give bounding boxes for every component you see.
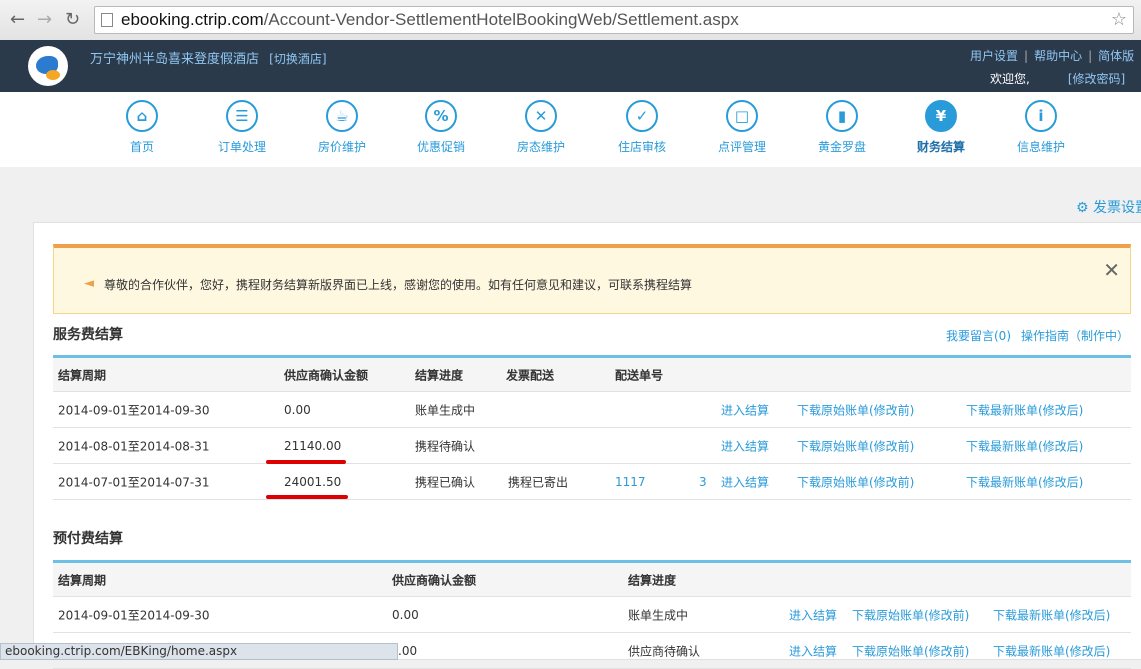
page-icon [101,13,113,27]
invoice-settings-link[interactable]: ⚙ 发票设置 [1076,197,1141,217]
reload-icon[interactable]: ↻ [65,9,80,30]
enter-settlement-link[interactable]: 进入结算 [789,642,837,659]
home-icon: ⌂ [126,100,158,132]
main-nav: ⌂ 首页 ☰ 订单处理 ☕ 房价维护 % 优惠促销 ✕ 房态维护 ✓ 住店审核 □ 点评管理 … [0,92,1141,167]
service-fee-title: 服务费结算 [53,327,123,343]
nav-room-status[interactable]: ✕ 房态维护 [496,100,586,155]
nav-promotions[interactable]: % 优惠促销 [396,100,486,155]
gear-icon: ⚙ [1076,200,1089,216]
info-icon: i [1025,100,1057,132]
download-latest-link[interactable]: 下载最新账单(修改后) [966,473,1083,490]
megaphone-icon: ◄ [84,276,94,291]
leave-message-link[interactable]: 我要留言(0) [946,329,1011,343]
list-icon: ☰ [226,100,258,132]
help-center-link[interactable]: 帮助中心 [1034,49,1082,63]
enter-settlement-link[interactable]: 进入结算 [789,606,837,623]
tag-icon: % [425,100,457,132]
download-latest-link[interactable]: 下载最新账单(修改后) [993,606,1110,623]
tracking-number-tail[interactable]: 3 [699,475,707,489]
nav-finance[interactable]: ¥ 财务结算 [896,100,986,155]
download-original-link[interactable]: 下载原始账单(修改前) [797,401,914,418]
url-domain: ebooking.ctrip.com [121,10,264,29]
download-original-link[interactable]: 下载原始账单(修改前) [852,642,969,659]
enter-settlement-link[interactable]: 进入结算 [721,401,769,418]
service-fee-table: 结算周期 供应商确认金额 结算进度 发票配送 配送单号 2014-09-01至2… [53,355,1131,500]
back-arrow-icon[interactable]: ← [10,9,25,30]
table-row: 2014-08-01至2014-08-31 21140.00 携程待确认 进入结… [53,428,1131,464]
nav-room-rates[interactable]: ☕ 房价维护 [297,100,387,155]
simplified-chinese-link[interactable]: 简体版 [1098,49,1134,63]
url-path: /Account-Vendor-SettlementHotelBookingWe… [263,10,739,29]
enter-settlement-link[interactable]: 进入结算 [721,437,769,454]
address-bar[interactable]: ebooking.ctrip.com/Account-Vendor-Settle… [94,6,1134,34]
tracking-number-link[interactable]: 1117 [615,475,646,489]
cup-icon: ☕ [326,100,358,132]
nav-orders[interactable]: ☰ 订单处理 [197,100,287,155]
hotel-name: 万宁神州半岛喜来登度假酒店 [90,52,260,67]
table-row: 2014-07-01至2014-07-31 24001.50 携程已确认 携程已… [53,464,1131,500]
prepay-fee-title: 预付费结算 [53,531,123,547]
browser-toolbar: ← → ↻ ebooking.ctrip.com/Account-Vendor-… [0,0,1141,41]
table-row: 2014-09-01至2014-09-30 0.00 账单生成中 进入结算 下载… [53,392,1131,428]
download-latest-link[interactable]: 下载最新账单(修改后) [993,642,1110,659]
bookmark-star-icon[interactable]: ☆ [1111,9,1127,30]
bar-chart-icon: ▮ [826,100,858,132]
chat-icon: □ [726,100,758,132]
table-header: 结算周期 供应商确认金额 结算进度 发票配送 配送单号 [53,358,1131,392]
site-header: 万宁神州半岛喜来登度假酒店 [切换酒店] 用户设置 | 帮助中心 | 简体版 欢迎您,[… [0,40,1141,92]
nav-home[interactable]: ⌂ 首页 [97,100,187,155]
nav-stay-audit[interactable]: ✓ 住店审核 [597,100,687,155]
download-original-link[interactable]: 下载原始账单(修改前) [852,606,969,623]
red-underline-mark [266,495,348,499]
switch-hotel-link[interactable]: [切换酒店] [269,52,326,66]
forward-arrow-icon[interactable]: → [37,9,52,30]
clipboard-icon: ✓ [626,100,658,132]
nav-info[interactable]: i 信息维护 [996,100,1086,155]
guide-link[interactable]: 操作指南（制作中） [1021,329,1129,343]
download-original-link[interactable]: 下载原始账单(修改前) [797,437,914,454]
nav-reviews[interactable]: □ 点评管理 [697,100,787,155]
close-icon[interactable]: ✕ [1103,258,1120,282]
notice-banner: ◄ 尊敬的合作伙伴，您好，携程财务结算新版界面已上线，感谢您的使用。如有任何意见… [53,244,1131,314]
download-latest-link[interactable]: 下载最新账单(修改后) [966,401,1083,418]
yen-icon: ¥ [925,100,957,132]
browser-status-bar: ebooking.ctrip.com/EBKing/home.aspx [0,643,398,660]
nav-golden-compass[interactable]: ▮ 黄金罗盘 [797,100,887,155]
notice-text: 尊敬的合作伙伴，您好，携程财务结算新版界面已上线，感谢您的使用。如有任何意见和建… [104,278,693,292]
ctrip-logo[interactable] [28,46,68,86]
download-latest-link[interactable]: 下载最新账单(修改后) [966,437,1083,454]
table-row: 2014-09-01至2014-09-30 0.00 账单生成中 进入结算 下载… [53,597,1131,633]
user-settings-link[interactable]: 用户设置 [970,49,1018,63]
welcome-text: 欢迎您, [990,72,1030,86]
tools-icon: ✕ [525,100,557,132]
enter-settlement-link[interactable]: 进入结算 [721,473,769,490]
change-password-link[interactable]: [修改密码] [1068,72,1125,86]
download-original-link[interactable]: 下载原始账单(修改前) [797,473,914,490]
red-underline-mark [266,460,346,464]
table-header: 结算周期 供应商确认金额 结算进度 [53,563,1131,597]
